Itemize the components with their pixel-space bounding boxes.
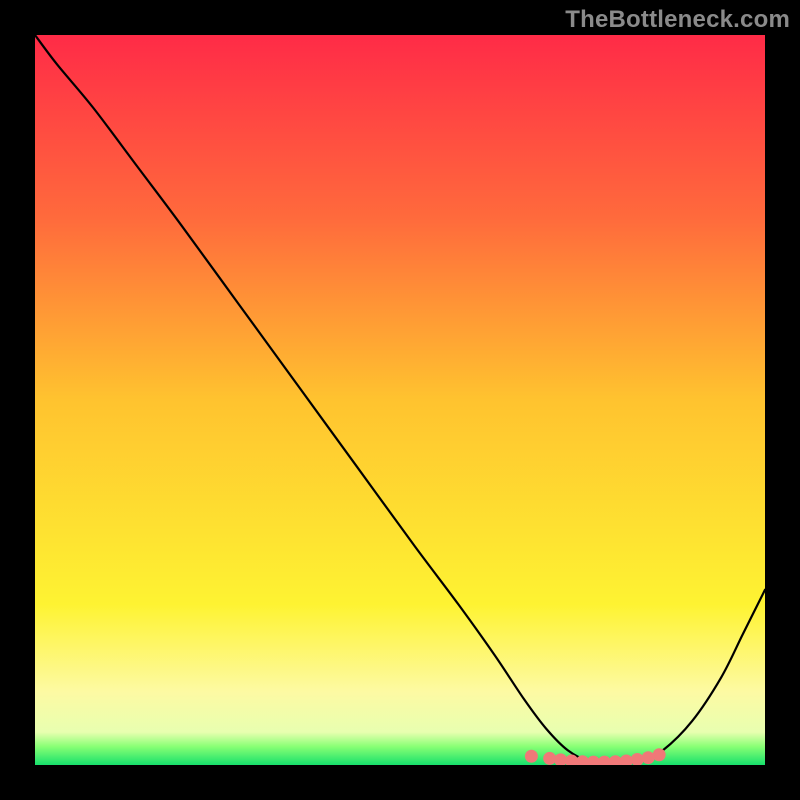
chart-root: TheBottleneck.com <box>0 0 800 800</box>
chart-svg <box>35 35 765 765</box>
marker-dot <box>653 748 666 761</box>
marker-dot <box>525 750 538 763</box>
gradient-background <box>35 35 765 765</box>
marker-dot <box>642 751 655 764</box>
watermark-text: TheBottleneck.com <box>565 6 790 34</box>
marker-dot <box>543 752 556 765</box>
plot-area <box>35 35 765 765</box>
